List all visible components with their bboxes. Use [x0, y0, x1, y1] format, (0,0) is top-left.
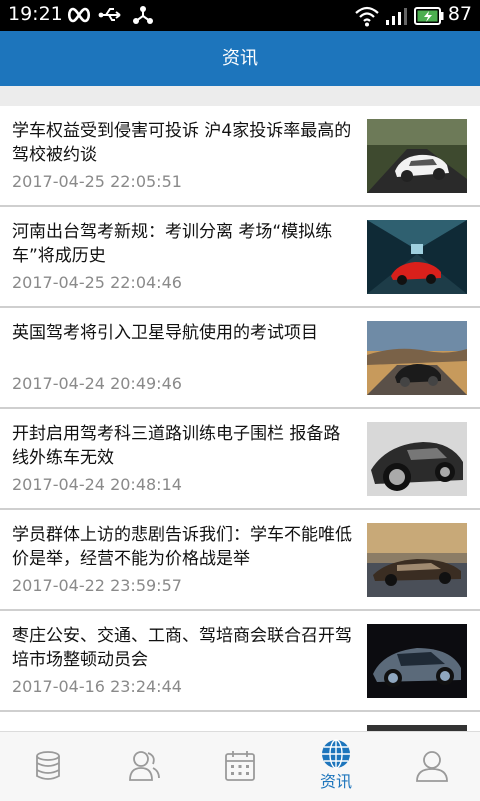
battery-level: 87	[447, 3, 472, 25]
usb-icon	[98, 8, 121, 21]
bottom-tab-bar: 资讯	[0, 731, 480, 801]
white-sports-car-image	[367, 119, 467, 193]
news-date: 2017-04-22 23:59:57	[12, 576, 182, 595]
concept-car-image	[367, 624, 467, 698]
news-date: 2017-04-24 20:48:14	[12, 475, 182, 494]
news-item[interactable]: 枣庄公安、交通、工商、驾培商会联合召开驾培市场整顿动员会 2017-04-16 …	[0, 611, 480, 712]
news-date: 2017-04-25 22:05:51	[12, 172, 182, 191]
news-title: 学员群体上访的悲剧告诉我们：学车不能唯低价是举，经营不能为价格战是举	[12, 525, 352, 569]
news-date: 2017-04-16 23:24:44	[12, 677, 182, 696]
car-on-road-image	[367, 321, 467, 395]
status-bar: 19:21 87	[0, 0, 480, 31]
news-item[interactable]: 学车权益受到侵害可投诉 沪4家投诉率最高的驾校被约谈 2017-04-25 22…	[0, 106, 480, 207]
news-item[interactable]	[0, 712, 480, 731]
news-title: 英国驾考将引入卫星导航使用的考试项目	[12, 323, 318, 343]
news-item[interactable]: 河南出台驾考新规：考训分离 考场“模拟练车”将成历史 2017-04-25 22…	[0, 207, 480, 308]
news-title: 河南出台驾考新规：考训分离 考场“模拟练车”将成历史	[12, 222, 333, 266]
share-icon	[133, 6, 153, 24]
news-title: 学车权益受到侵害可投诉 沪4家投诉率最高的驾校被约谈	[12, 121, 352, 165]
globe-icon	[322, 739, 350, 769]
calendar-icon	[225, 751, 255, 781]
tab-news-label: 资讯	[319, 772, 352, 791]
red-car-tunnel-image	[367, 220, 467, 294]
news-date: 2017-04-24 20:49:46	[12, 374, 182, 393]
battery-icon	[414, 7, 444, 25]
page-title: 资讯	[222, 48, 258, 69]
news-title: 开封启用驾考科三道路训练电子围栏 报备路线外练车无效	[12, 424, 341, 468]
tab-calendar[interactable]	[192, 732, 288, 801]
sedan-sunset-image	[367, 523, 467, 597]
tab-database[interactable]	[0, 732, 96, 801]
news-item[interactable]: 开封启用驾考科三道路训练电子围栏 报备路线外练车无效 2017-04-24 20…	[0, 409, 480, 510]
infinity-icon	[67, 7, 91, 23]
news-item[interactable]: 英国驾考将引入卫星导航使用的考试项目 2017-04-24 20:49:46	[0, 308, 480, 409]
black-white-car-image	[367, 422, 467, 496]
users-icon	[129, 751, 160, 781]
signal-icon	[386, 8, 407, 25]
tab-users[interactable]	[96, 732, 192, 801]
profile-icon	[416, 751, 448, 782]
database-icon	[36, 751, 60, 780]
status-time: 19:21	[8, 3, 63, 25]
news-list[interactable]: 学车权益受到侵害可投诉 沪4家投诉率最高的驾校被约谈 2017-04-25 22…	[0, 106, 480, 731]
news-date: 2017-04-25 22:04:46	[12, 273, 182, 292]
news-title: 枣庄公安、交通、工商、驾培商会联合召开驾培市场整顿动员会	[12, 626, 352, 670]
tab-news[interactable]: 资讯	[288, 732, 384, 801]
news-item[interactable]: 学员群体上访的悲剧告诉我们：学车不能唯低价是举，经营不能为价格战是举 2017-…	[0, 510, 480, 611]
tab-profile[interactable]	[384, 732, 480, 801]
wifi-icon	[355, 6, 379, 27]
app-bar: 资讯	[0, 31, 480, 86]
